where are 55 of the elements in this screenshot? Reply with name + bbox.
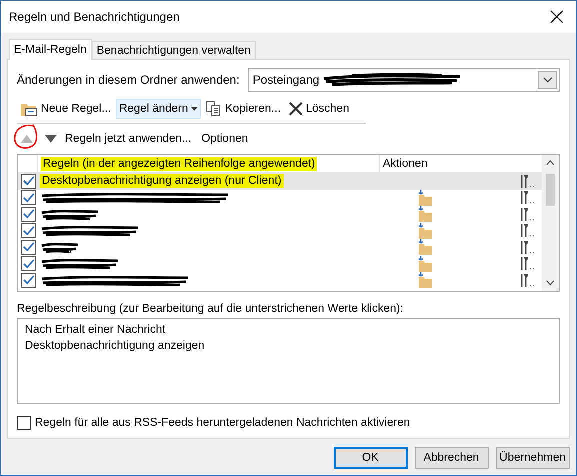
move-to-folder-icon	[417, 272, 433, 288]
description-label: Regelbeschreibung (zur Bearbeitung auf die unterstrichenen Werte klicken):	[17, 303, 405, 315]
copy-icon	[206, 101, 222, 117]
column-header[interactable]: Regeln (in der angezeigten Reihenfolge angewendet)	[41, 156, 318, 170]
tools-icon	[520, 240, 536, 255]
checkbox[interactable]	[17, 416, 31, 430]
toolbar-button[interactable]: Kopieren...	[203, 99, 284, 119]
checkbox[interactable]	[21, 272, 36, 288]
scroll-up-icon[interactable]	[546, 160, 555, 166]
redaction-scribble	[40, 208, 100, 221]
tools-icon	[520, 206, 536, 222]
toolbar-button[interactable]: Neue Regel...	[17, 99, 114, 119]
new-rule-icon	[20, 101, 38, 117]
tab[interactable]: E-Mail-Regeln	[9, 39, 92, 60]
checkbox[interactable]	[21, 256, 36, 272]
delete-icon	[289, 102, 304, 116]
dialog-button[interactable]: Übernehmen	[496, 447, 570, 469]
checkbox[interactable]	[21, 240, 36, 255]
rule-name: Desktopbenachrichtigung anzeigen (nur Client)	[40, 174, 284, 188]
tools-icon	[520, 223, 536, 238]
move-to-folder-icon	[417, 239, 433, 256]
toolbar-button[interactable]: Löschen	[286, 99, 352, 119]
scroll-down-icon[interactable]	[546, 280, 555, 286]
scrollbar-thumb[interactable]	[546, 174, 555, 206]
caret-icon	[191, 107, 198, 111]
tools-icon	[520, 256, 536, 272]
checkbox[interactable]	[21, 223, 36, 238]
dialog-button[interactable]: Abbrechen	[414, 447, 489, 469]
rule-row[interactable]: Desktopbenachrichtigung anzeigen (nur Client)	[18, 173, 542, 190]
redaction-scribble	[40, 240, 80, 254]
tools-icon	[520, 190, 536, 206]
move-to-folder-icon	[417, 206, 433, 222]
scrollbar[interactable]	[542, 155, 559, 291]
tools-icon	[520, 272, 536, 288]
close-icon[interactable]	[550, 10, 564, 24]
checkbox[interactable]	[21, 206, 36, 222]
window-title: Regeln und Benachrichtigungen	[9, 10, 180, 24]
checkbox-label[interactable]: Regeln für alle aus RSS-Feeds heruntergeladenen Nachrichten aktivieren	[35, 417, 410, 429]
options-button[interactable]: Optionen	[200, 133, 250, 145]
toolbar-button[interactable]: Regel ändern	[116, 99, 202, 119]
checkbox[interactable]	[21, 174, 36, 189]
move-to-folder-icon	[417, 190, 433, 206]
move-to-folder-icon	[417, 256, 433, 272]
folder-dropdown[interactable]: Posteingang	[248, 68, 560, 92]
description-line: Desktopbenachrichtigung anzeigen	[25, 339, 206, 354]
checkbox[interactable]	[21, 190, 36, 206]
apply-rules-button[interactable]: Regeln jetzt anwenden...	[63, 133, 194, 145]
description-line: Nach Erhalt einer Nachricht	[25, 323, 167, 338]
folder-label: Änderungen in diesem Ordner anwenden:	[17, 73, 240, 87]
tools-icon	[520, 174, 536, 189]
column-header[interactable]: Aktionen	[383, 158, 428, 170]
dialog-button[interactable]: OK	[334, 447, 408, 469]
tab[interactable]: Benachrichtigungen verwalten	[92, 41, 256, 59]
move-down-icon[interactable]	[45, 135, 57, 143]
move-to-folder-icon	[417, 222, 433, 239]
